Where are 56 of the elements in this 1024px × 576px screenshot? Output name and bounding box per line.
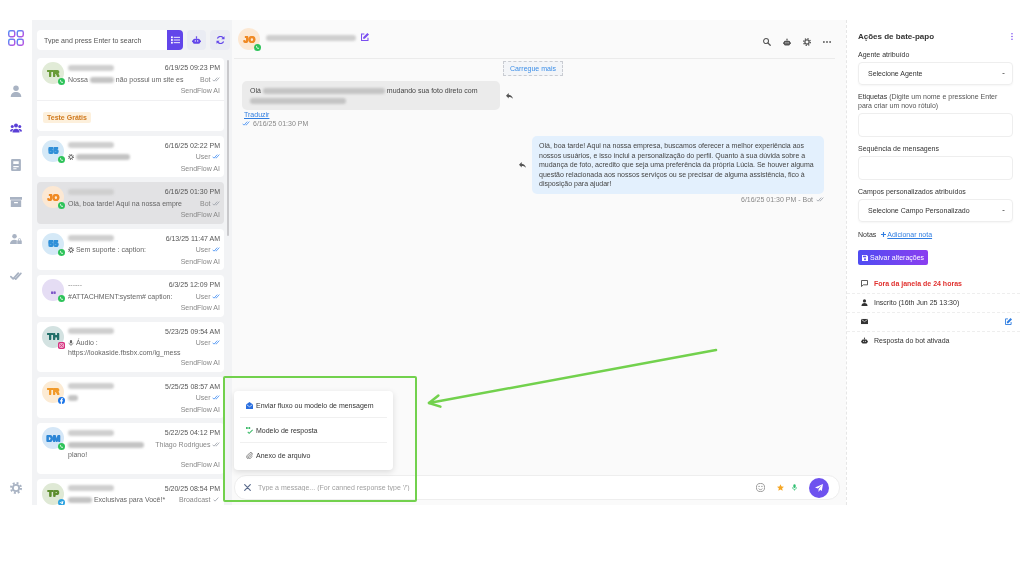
microphone-icon[interactable] bbox=[792, 484, 797, 491]
person-icon[interactable] bbox=[10, 85, 22, 97]
caret-icon bbox=[1002, 72, 1005, 75]
refresh-icon bbox=[215, 36, 225, 44]
caret-icon bbox=[1002, 209, 1005, 212]
user-lock-icon[interactable] bbox=[10, 233, 22, 245]
robot-icon bbox=[861, 337, 868, 344]
blurred-text bbox=[89, 76, 114, 83]
avatar-initials: TR bbox=[47, 387, 59, 396]
settings-icon bbox=[68, 154, 74, 161]
settings-icon bbox=[68, 247, 74, 254]
robot-icon[interactable] bbox=[783, 38, 791, 46]
avatar-initials: TH bbox=[47, 332, 59, 341]
edit-icon[interactable] bbox=[361, 33, 369, 41]
reply-icon[interactable] bbox=[519, 161, 526, 168]
avatar-initials: .. bbox=[50, 285, 56, 295]
star-icon[interactable] bbox=[777, 484, 784, 491]
bot-button[interactable] bbox=[186, 30, 207, 50]
archive-box-icon[interactable] bbox=[10, 196, 22, 208]
text-check-icon bbox=[246, 426, 253, 434]
envelope-icon bbox=[246, 401, 253, 409]
microphone-icon bbox=[68, 340, 74, 347]
save-icon bbox=[862, 254, 868, 261]
robot-icon bbox=[192, 36, 202, 44]
avatar-initials: 55 bbox=[48, 239, 58, 248]
edit-icon[interactable] bbox=[1005, 318, 1012, 325]
blurred-text bbox=[68, 497, 92, 504]
avatar-initials: 55 bbox=[48, 146, 58, 155]
blurred-text bbox=[75, 154, 130, 161]
avatar-initials: JO bbox=[47, 192, 59, 202]
settings-icon[interactable] bbox=[803, 38, 811, 46]
double-check-icon[interactable] bbox=[10, 270, 22, 282]
list-view-button[interactable] bbox=[167, 30, 183, 50]
plus-icon bbox=[881, 232, 887, 237]
envelope-icon bbox=[861, 318, 868, 325]
avatar-initials: JO bbox=[243, 34, 255, 44]
comment-icon bbox=[861, 280, 868, 287]
search-icon[interactable] bbox=[763, 38, 771, 46]
avatar-initials: TR bbox=[47, 68, 59, 78]
scrollbar-thumb[interactable] bbox=[227, 60, 229, 236]
smiley-icon[interactable] bbox=[756, 483, 765, 492]
reply-icon[interactable] bbox=[506, 92, 513, 99]
blurred-text bbox=[68, 395, 78, 402]
address-book-icon[interactable] bbox=[10, 159, 22, 171]
person-icon bbox=[861, 299, 868, 306]
refresh-button[interactable] bbox=[210, 30, 230, 50]
paperclip-icon bbox=[246, 452, 253, 459]
logo-icon[interactable] bbox=[8, 30, 24, 46]
panel-title: Ações de bate-papo bbox=[858, 32, 934, 41]
avatar-initials: DM bbox=[46, 433, 60, 443]
send-icon bbox=[815, 483, 823, 492]
list-icon bbox=[170, 36, 180, 44]
send-button[interactable] bbox=[809, 477, 829, 498]
close-icon[interactable] bbox=[244, 484, 251, 491]
avatar-initials: TP bbox=[47, 489, 59, 498]
group-icon[interactable] bbox=[10, 122, 22, 134]
